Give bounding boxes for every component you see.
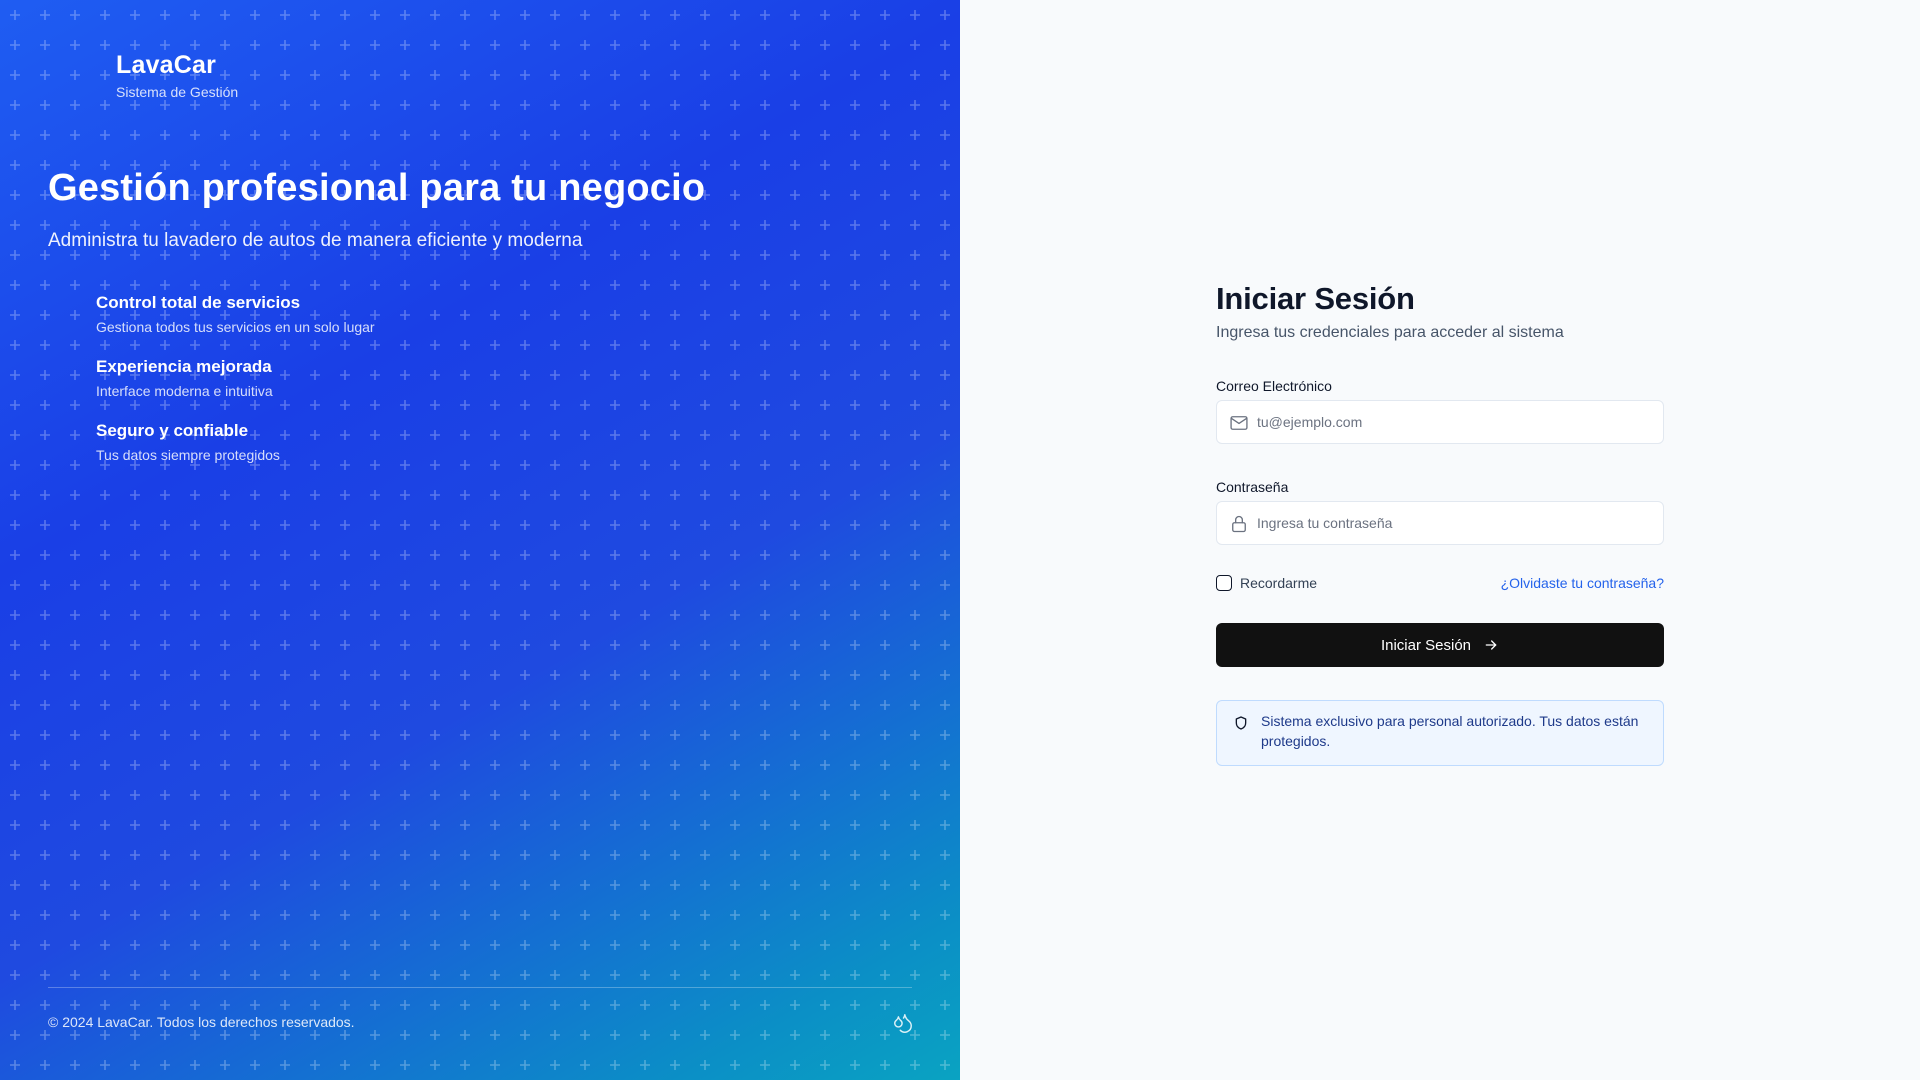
submit-label: Iniciar Sesión (1380, 636, 1472, 654)
remember-checkbox[interactable] (1216, 575, 1232, 591)
login-form: Iniciar Sesión Ingresa tus credenciales … (1216, 280, 1664, 766)
feature-title: Experiencia mejorada (96, 357, 272, 376)
feature-item: Experiencia mejorada Interface moderna e… (96, 356, 375, 420)
shield-icon (1235, 716, 1247, 730)
password-field-wrapper (1216, 501, 1664, 545)
mail-icon (1230, 416, 1248, 430)
hero-footer-divider (48, 987, 912, 988)
email-input[interactable] (1217, 401, 1663, 443)
login-page: LavaCar Sistema de Gestión Gestión profe… (0, 0, 1920, 1080)
feature-description: Interface moderna e intuitiva (96, 383, 273, 399)
email-field-wrapper (1216, 400, 1664, 444)
password-label: Contraseña (1216, 479, 1289, 495)
feature-item: Seguro y confiable Tus datos siempre pro… (96, 420, 375, 484)
feature-title: Seguro y confiable (96, 421, 249, 440)
login-panel: Iniciar Sesión Ingresa tus credenciales … (960, 0, 1920, 1080)
password-group: Contraseña (1216, 479, 1664, 545)
brand-subtitle: Sistema de Gestión (116, 84, 239, 100)
feature-title: Control total de servicios (96, 293, 301, 312)
arrow-right-icon (1485, 640, 1497, 650)
feature-list: Control total de servicios Gestiona todo… (96, 292, 375, 484)
droplets-icon (894, 1014, 912, 1033)
brand: LavaCar Sistema de Gestión (116, 50, 238, 100)
security-notice: Sistema exclusivo para personal autoriza… (1216, 700, 1664, 766)
brand-title: LavaCar (116, 51, 217, 79)
feature-item: Control total de servicios Gestiona todo… (96, 292, 375, 356)
lock-icon (1232, 515, 1246, 533)
remember-me[interactable]: Recordarme (1216, 575, 1317, 591)
hero-panel: LavaCar Sistema de Gestión Gestión profe… (0, 0, 960, 1080)
feature-description: Tus datos siempre protegidos (96, 447, 280, 463)
form-options: Recordarme ¿Olvidaste tu contraseña? (1216, 575, 1664, 591)
plus-pattern-background (0, 0, 960, 1080)
feature-description: Gestiona todos tus servicios en un solo … (96, 319, 375, 335)
login-subtitle: Ingresa tus credenciales para acceder al… (1216, 324, 1564, 341)
hero-lead: Administra tu lavadero de autos de maner… (48, 230, 583, 251)
email-label: Correo Electrónico (1216, 378, 1332, 394)
forgot-password-link[interactable]: ¿Olvidaste tu contraseña? (1501, 575, 1664, 591)
email-group: Correo Electrónico (1216, 378, 1664, 444)
copyright-text: © 2024 LavaCar. Todos los derechos reser… (48, 1014, 355, 1030)
notice-text: Sistema exclusivo para personal autoriza… (1261, 713, 1639, 749)
hero-heading: Gestión profesional para tu negocio (48, 167, 706, 209)
login-submit-button[interactable]: Iniciar Sesión (1216, 623, 1664, 667)
login-title: Iniciar Sesión (1216, 281, 1415, 316)
remember-label: Recordarme (1240, 575, 1318, 591)
password-input[interactable] (1217, 502, 1663, 544)
